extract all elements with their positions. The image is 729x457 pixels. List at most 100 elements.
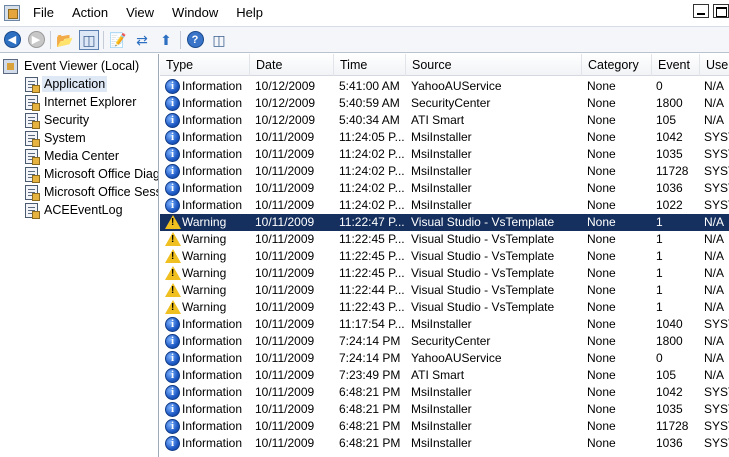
event-user: SYST — [704, 419, 729, 433]
log-icon — [25, 166, 40, 183]
table-row[interactable]: i Information 10/11/2009 6:48:21 PM MsiInsta… — [160, 384, 729, 401]
event-type: Information — [182, 402, 243, 416]
table-row[interactable]: Warning 10/11/2009 11:22:43 P... Visual Stu… — [160, 299, 729, 316]
tree-item-office-diagnostics[interactable]: Microsoft Office Diag — [25, 165, 158, 183]
log-icon — [25, 202, 40, 219]
column-header-date[interactable]: Date — [250, 54, 334, 76]
event-category: None — [587, 130, 616, 144]
toolbar: ◀ ▶ 📂 ◫ 📝 ⇄ ⬆ ? ◫ — [0, 26, 729, 53]
event-id: 1 — [656, 232, 663, 246]
table-row[interactable]: i Information 10/12/2009 5:41:00 AM YahooAUS… — [160, 78, 729, 95]
event-category: None — [587, 351, 616, 365]
table-row[interactable]: Warning 10/11/2009 11:22:45 P... Visual Stu… — [160, 265, 729, 282]
log-icon — [25, 112, 40, 129]
event-id: 1036 — [656, 181, 683, 195]
event-category: None — [587, 249, 616, 263]
table-row[interactable]: i Information 10/11/2009 11:24:02 P... MsiIn… — [160, 163, 729, 180]
event-type: Information — [182, 317, 243, 331]
event-date: 10/11/2009 — [255, 419, 315, 433]
column-header-source[interactable]: Source — [406, 54, 582, 76]
event-source: MsiInstaller — [411, 419, 472, 433]
tree-item-media-center[interactable]: Media Center — [25, 147, 121, 165]
column-header-event[interactable]: Event — [652, 54, 700, 76]
table-row[interactable]: Warning 10/11/2009 11:22:45 P... Visual Stu… — [160, 248, 729, 265]
tree-item-office-sessions[interactable]: Microsoft Office Sess — [25, 183, 159, 201]
column-header-type[interactable]: Type — [160, 54, 250, 76]
tree-item-label: Internet Explorer — [44, 95, 137, 109]
log-icon — [25, 148, 40, 165]
event-source: Visual Studio - VsTemplate — [411, 249, 555, 263]
menu-window[interactable]: Window — [163, 0, 227, 26]
menu-file[interactable]: File — [24, 0, 63, 26]
table-row[interactable]: i Information 10/11/2009 7:24:14 PM Security… — [160, 333, 729, 350]
table-row[interactable]: i Information 10/11/2009 7:23:49 PM ATI Smar… — [160, 367, 729, 384]
event-id: 11728 — [656, 419, 689, 433]
event-type: Information — [182, 181, 243, 195]
tree-item-internet-explorer[interactable]: Internet Explorer — [25, 93, 138, 111]
event-id: 1040 — [656, 317, 683, 331]
table-row[interactable]: Warning 10/11/2009 11:22:47 P... Visual Stu… — [160, 214, 729, 231]
warning-icon — [165, 300, 181, 314]
tree-root-event-viewer[interactable]: Event Viewer (Local) — [3, 57, 141, 75]
back-button[interactable]: ◀ — [2, 30, 22, 50]
table-row[interactable]: i Information 10/11/2009 11:24:02 P... MsiIn… — [160, 180, 729, 197]
tree-item-aceeventlog[interactable]: ACEEventLog — [25, 201, 125, 219]
show-action-pane-button[interactable]: ◫ — [209, 30, 229, 50]
event-source: Visual Studio - VsTemplate — [411, 300, 555, 314]
export-list-button[interactable]: ⬆ — [156, 30, 176, 50]
up-folder-button[interactable]: 📂 — [55, 30, 75, 50]
table-row[interactable]: i Information 10/11/2009 7:24:14 PM YahooAUS… — [160, 350, 729, 367]
event-date: 10/11/2009 — [255, 198, 315, 212]
table-row[interactable]: i Information 10/11/2009 11:24:05 P... MsiIn… — [160, 129, 729, 146]
event-time: 7:24:14 PM — [339, 351, 401, 365]
show-hide-tree-button[interactable]: ◫ — [79, 29, 99, 50]
event-source: MsiInstaller — [411, 164, 472, 178]
table-row[interactable]: i Information 10/11/2009 11:24:02 P... MsiIn… — [160, 146, 729, 163]
event-time: 6:48:21 PM — [339, 419, 401, 433]
information-icon: i — [165, 436, 180, 451]
properties-button[interactable]: 📝 — [108, 30, 128, 50]
menu-action[interactable]: Action — [63, 0, 117, 26]
menu-view[interactable]: View — [117, 0, 163, 26]
refresh-button[interactable]: ⇄ — [132, 30, 152, 50]
event-type: Information — [182, 96, 243, 110]
app-icon[interactable] — [4, 5, 20, 21]
table-row[interactable]: i Information 10/11/2009 6:48:21 PM MsiInsta… — [160, 401, 729, 418]
table-row[interactable]: Warning 10/11/2009 11:22:44 P... Visual Stu… — [160, 282, 729, 299]
table-row[interactable]: i Information 10/11/2009 11:24:02 P... MsiIn… — [160, 197, 729, 214]
menu-help[interactable]: Help — [227, 0, 272, 26]
column-header-time[interactable]: Time — [334, 54, 406, 76]
help-button[interactable]: ? — [185, 30, 205, 50]
minimize-icon[interactable] — [693, 4, 709, 18]
event-category: None — [587, 113, 616, 127]
event-type: Information — [182, 130, 243, 144]
column-header-user[interactable]: User — [700, 54, 729, 76]
event-user: N/A — [704, 368, 725, 382]
tree-item-security[interactable]: Security — [25, 111, 91, 129]
event-date: 10/11/2009 — [255, 351, 315, 365]
column-header-category[interactable]: Category — [582, 54, 652, 76]
table-row[interactable]: i Information 10/12/2009 5:40:34 AM ATI Smar… — [160, 112, 729, 129]
event-date: 10/11/2009 — [255, 215, 315, 229]
console-tree-icon: ◫ — [82, 31, 96, 48]
event-id: 1035 — [656, 147, 683, 161]
tree-item-label: System — [44, 131, 86, 145]
event-source: MsiInstaller — [411, 317, 472, 331]
event-type: Information — [182, 351, 243, 365]
event-category: None — [587, 198, 616, 212]
tree-item-label: Microsoft Office Sess — [44, 185, 159, 199]
table-row[interactable]: i Information 10/11/2009 6:48:21 PM MsiInsta… — [160, 418, 729, 435]
table-row[interactable]: Warning 10/11/2009 11:22:45 P... Visual Stu… — [160, 231, 729, 248]
event-type: Warning — [182, 232, 227, 246]
table-row[interactable]: i Information 10/11/2009 11:17:54 P... MsiIn… — [160, 316, 729, 333]
event-time: 11:22:47 P... — [339, 215, 405, 229]
forward-button[interactable]: ▶ — [26, 30, 46, 50]
tree-item-system[interactable]: System — [25, 129, 88, 147]
table-row[interactable]: i Information 10/12/2009 5:40:59 AM Security… — [160, 95, 729, 112]
maximize-icon[interactable] — [713, 4, 729, 18]
tree-item-application[interactable]: Application — [25, 75, 108, 93]
event-category: None — [587, 436, 616, 450]
table-row[interactable]: i Information 10/11/2009 6:48:21 PM MsiInsta… — [160, 435, 729, 452]
event-date: 10/12/2009 — [255, 96, 316, 110]
forward-arrow-icon: ▶ — [27, 31, 45, 48]
